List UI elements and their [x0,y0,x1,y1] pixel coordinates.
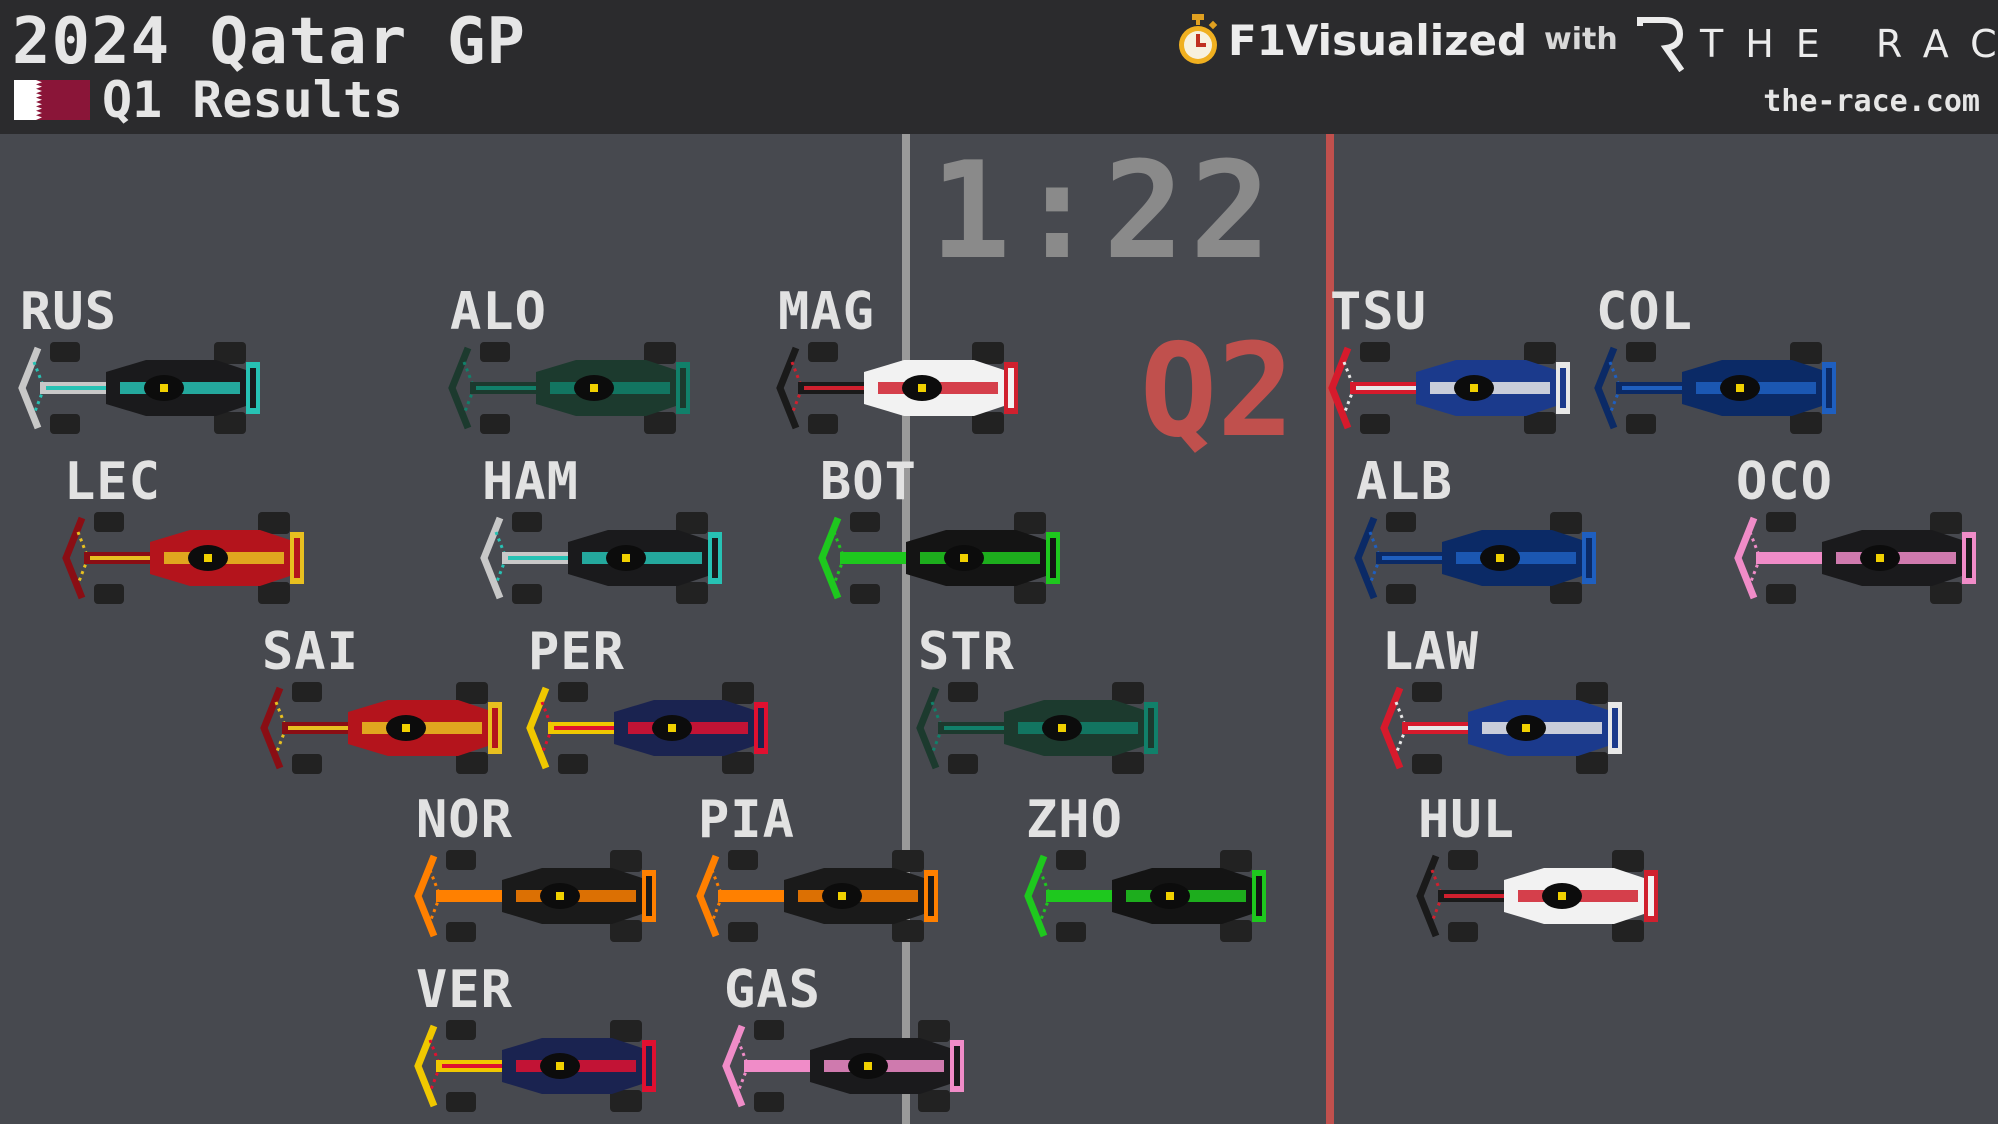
cutoff-label: Q2 [1140,317,1295,466]
race-car-haas [776,342,1018,434]
driver-code: SAI [262,622,359,682]
driver-code: TSU [1330,282,1427,342]
the-race-logo-icon [1637,17,1684,72]
stopwatch-icon [1179,14,1218,64]
driver-code: MAG [778,282,875,342]
race-car-alpine [722,1020,964,1112]
driver-hul: HUL [1414,790,1674,942]
race-car-haas [1416,850,1658,942]
race-car-sauber [818,512,1060,604]
driver-code: ALB [1356,452,1453,512]
race-car-aston-martin [916,682,1158,774]
driver-code: PER [528,622,625,682]
driver-mag: MAG [774,282,1034,434]
header: 2024 Qatar GP Q1 Results F1Visualized wi… [0,0,1998,134]
race-car-mclaren [696,850,938,942]
driver-code: HAM [482,452,579,512]
race-car-ferrari [62,512,304,604]
race-car-red-bull [526,682,768,774]
with-text: with [1544,22,1618,57]
driver-col: COL [1592,282,1852,434]
driver-code: RUS [20,282,117,342]
race-car-alpine [1734,512,1976,604]
timer-display: 1:22 [930,133,1277,289]
race-car-mercedes [18,342,260,434]
driver-bot: BOT [816,452,1076,604]
qatar-flag-icon [14,80,90,120]
race-car-aston-martin [448,342,690,434]
driver-alb: ALB [1352,452,1612,604]
driver-code: PIA [698,790,795,850]
partner-name: THE RACE [1700,22,1998,66]
race-car-mclaren [414,850,656,942]
track-area: 1:22 Q2 RUS ALO MAG TSU COL LEC HAM BOT ALB OCO SA… [0,134,1998,1124]
driver-code: LEC [64,452,161,512]
driver-code: NOR [416,790,513,850]
race-car-rb [1380,682,1622,774]
driver-code: GAS [724,960,821,1020]
driver-code: STR [918,622,1015,682]
driver-code: OCO [1736,452,1833,512]
partner-url: the-race.com [1763,84,1980,119]
driver-law: LAW [1378,622,1638,774]
race-car-williams [1594,342,1836,434]
driver-nor: NOR [412,790,672,942]
race-car-rb [1328,342,1570,434]
driver-code: BOT [820,452,917,512]
brand-name: F1Visualized [1228,16,1528,65]
driver-alo: ALO [446,282,706,434]
driver-ver: VER [412,960,672,1112]
driver-code: COL [1596,282,1693,342]
graphic: 2024 Qatar GP Q1 Results F1Visualized wi… [0,0,1998,1124]
driver-tsu: TSU [1326,282,1586,434]
driver-per: PER [524,622,784,774]
driver-oco: OCO [1732,452,1992,604]
race-car-red-bull [414,1020,656,1112]
driver-code: VER [416,960,513,1020]
driver-lec: LEC [60,452,320,604]
driver-rus: RUS [16,282,276,434]
race-car-williams [1354,512,1596,604]
page-title: 2024 Qatar GP [12,5,526,79]
driver-gas: GAS [720,960,980,1112]
race-car-ferrari [260,682,502,774]
driver-zho: ZHO [1022,790,1282,942]
driver-code: ZHO [1026,790,1123,850]
race-car-mercedes [480,512,722,604]
driver-code: ALO [450,282,547,342]
race-car-sauber [1024,850,1266,942]
driver-str: STR [914,622,1174,774]
driver-pia: PIA [694,790,954,942]
page-subtitle: Q1 Results [102,71,404,129]
driver-ham: HAM [478,452,738,604]
driver-code: LAW [1382,622,1479,682]
driver-sai: SAI [258,622,518,774]
driver-code: HUL [1418,790,1515,850]
